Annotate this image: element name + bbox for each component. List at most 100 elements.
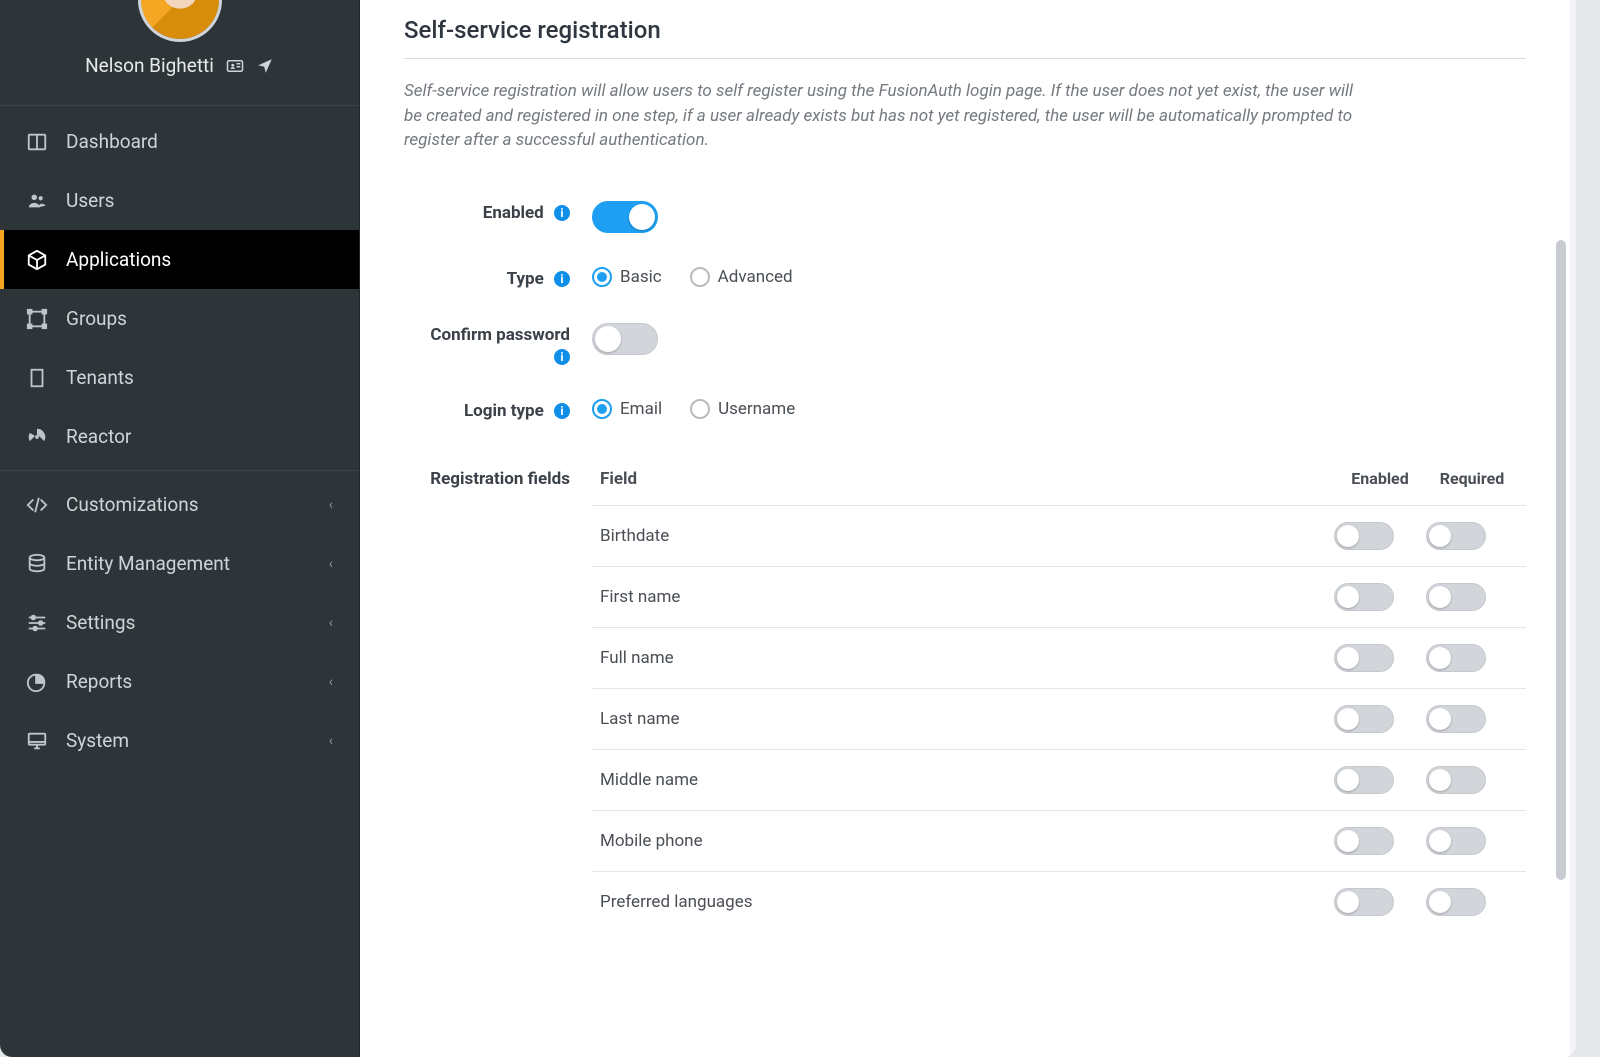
sidebar-item-users[interactable]: Users	[0, 171, 359, 230]
field-enabled-toggle[interactable]	[1334, 888, 1394, 916]
col-header-field: Field	[600, 469, 1334, 489]
info-icon[interactable]: i	[554, 271, 570, 287]
sidebar-item-settings[interactable]: Settings ‹	[0, 593, 359, 652]
section-title: Self-service registration	[404, 10, 1526, 59]
sliders-icon	[26, 612, 48, 634]
field-required-toggle[interactable]	[1426, 705, 1486, 733]
confirm-password-label: Confirm password	[430, 325, 570, 345]
row-confirm-password: Confirm password i	[404, 305, 1526, 381]
type-advanced-radio[interactable]: Advanced	[690, 267, 793, 287]
col-header-enabled: Enabled	[1334, 469, 1426, 488]
sidebar-item-label: Groups	[66, 307, 127, 330]
radiation-icon	[26, 426, 48, 448]
scrollbar-thumb[interactable]	[1556, 240, 1566, 880]
scrollbar[interactable]	[1556, 240, 1566, 880]
info-icon[interactable]: i	[554, 205, 570, 221]
login-type-label: Login type	[464, 401, 544, 421]
fields-header-row: Field Enabled Required	[592, 453, 1526, 506]
field-name: First name	[600, 587, 1334, 607]
sidebar-item-label: Applications	[66, 248, 171, 271]
field-required-toggle[interactable]	[1426, 583, 1486, 611]
field-required-toggle[interactable]	[1426, 522, 1486, 550]
field-enabled-toggle[interactable]	[1334, 644, 1394, 672]
field-name: Mobile phone	[600, 831, 1334, 851]
sidebar-item-dashboard[interactable]: Dashboard	[0, 112, 359, 171]
database-icon	[26, 553, 48, 575]
user-name: Nelson Bighetti	[85, 54, 214, 77]
field-enabled-toggle[interactable]	[1334, 705, 1394, 733]
columns-icon	[26, 131, 48, 153]
radio-label: Advanced	[718, 267, 793, 287]
avatar[interactable]	[138, 0, 222, 42]
field-enabled-toggle[interactable]	[1334, 583, 1394, 611]
info-icon[interactable]: i	[554, 403, 570, 419]
sidebar-item-entity-management[interactable]: Entity Management ‹	[0, 534, 359, 593]
enabled-toggle[interactable]	[592, 201, 658, 233]
type-label: Type	[507, 269, 544, 289]
field-name: Middle name	[600, 770, 1334, 790]
field-name: Birthdate	[600, 526, 1334, 546]
sidebar-item-label: System	[66, 729, 129, 752]
sidebar-nav: Dashboard Users Applications Groups Tena…	[0, 106, 359, 770]
radio-label: Basic	[620, 267, 662, 287]
location-arrow-icon[interactable]	[256, 57, 274, 75]
id-card-icon[interactable]	[226, 57, 244, 75]
chevron-left-icon: ‹	[329, 556, 333, 572]
row-login-type: Login type i Email Username	[404, 381, 1526, 437]
sidebar-item-label: Reports	[66, 670, 132, 693]
chevron-left-icon: ‹	[329, 674, 333, 690]
sidebar-item-reactor[interactable]: Reactor	[0, 407, 359, 466]
users-icon	[26, 190, 48, 212]
sidebar-item-label: Reactor	[66, 425, 131, 448]
profile-block: Nelson Bighetti	[0, 0, 359, 106]
field-row: Last name	[592, 689, 1526, 750]
field-name: Preferred languages	[600, 892, 1334, 912]
sidebar-item-reports[interactable]: Reports ‹	[0, 652, 359, 711]
field-row: Preferred languages	[592, 872, 1526, 932]
type-basic-radio[interactable]: Basic	[592, 267, 662, 287]
login-type-email-radio[interactable]: Email	[592, 399, 662, 419]
field-required-toggle[interactable]	[1426, 888, 1486, 916]
field-enabled-toggle[interactable]	[1334, 522, 1394, 550]
sidebar-item-label: Dashboard	[66, 130, 158, 153]
radio-label: Email	[620, 399, 662, 419]
field-row: Full name	[592, 628, 1526, 689]
registration-fields-label: Registration fields	[430, 469, 570, 489]
sidebar-item-customizations[interactable]: Customizations ‹	[0, 475, 359, 534]
chevron-left-icon: ‹	[329, 497, 333, 513]
field-required-toggle[interactable]	[1426, 644, 1486, 672]
sidebar-item-label: Entity Management	[66, 552, 230, 575]
building-icon	[26, 367, 48, 389]
sidebar-item-label: Settings	[66, 611, 135, 634]
sidebar-item-label: Tenants	[66, 366, 134, 389]
field-enabled-toggle[interactable]	[1334, 827, 1394, 855]
desktop-icon	[26, 730, 48, 752]
nav-separator	[0, 470, 359, 471]
object-group-icon	[26, 308, 48, 330]
sidebar: Nelson Bighetti Dashboard Users	[0, 0, 360, 1057]
code-icon	[26, 494, 48, 516]
sidebar-item-system[interactable]: System ‹	[0, 711, 359, 770]
info-icon[interactable]: i	[554, 349, 570, 365]
field-row: Middle name	[592, 750, 1526, 811]
sidebar-item-applications[interactable]: Applications	[0, 230, 359, 289]
cube-icon	[26, 249, 48, 271]
main-panel: Self-service registration Self-service r…	[360, 0, 1570, 1057]
sidebar-item-tenants[interactable]: Tenants	[0, 348, 359, 407]
row-type: Type i Basic Advanced	[404, 249, 1526, 305]
confirm-password-toggle[interactable]	[592, 323, 658, 355]
field-name: Last name	[600, 709, 1334, 729]
radio-label: Username	[718, 399, 795, 419]
enabled-label: Enabled	[483, 203, 544, 223]
sidebar-item-groups[interactable]: Groups	[0, 289, 359, 348]
login-type-username-radio[interactable]: Username	[690, 399, 795, 419]
field-row: Mobile phone	[592, 811, 1526, 872]
chevron-left-icon: ‹	[329, 615, 333, 631]
field-name: Full name	[600, 648, 1334, 668]
row-enabled: Enabled i	[404, 183, 1526, 249]
field-required-toggle[interactable]	[1426, 766, 1486, 794]
field-required-toggle[interactable]	[1426, 827, 1486, 855]
sidebar-item-label: Users	[66, 189, 114, 212]
field-enabled-toggle[interactable]	[1334, 766, 1394, 794]
section-description: Self-service registration will allow use…	[404, 59, 1354, 183]
